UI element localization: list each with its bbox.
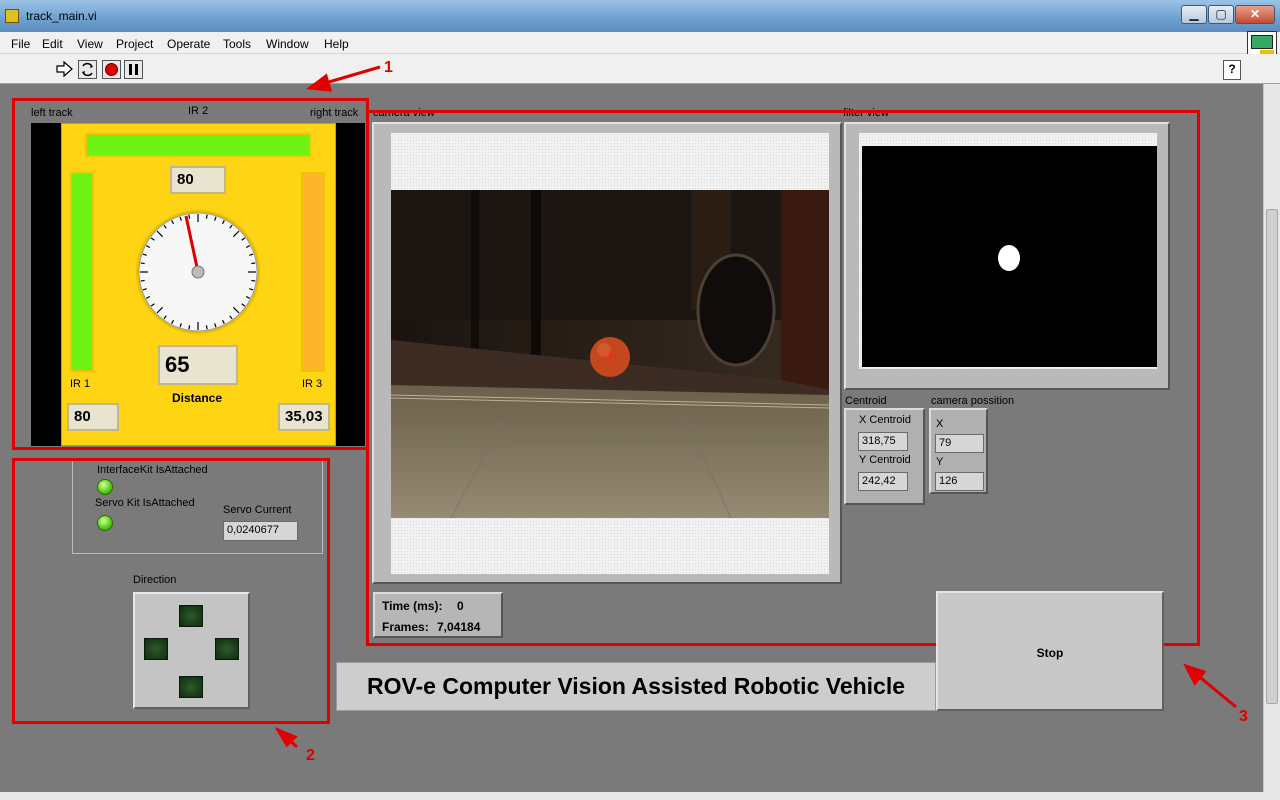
annotation-arrows xyxy=(274,65,1237,749)
annotation-label-2: 2 xyxy=(306,747,315,764)
annotation-label-3: 3 xyxy=(1239,708,1248,725)
annotation-label-1: 1 xyxy=(384,59,393,76)
